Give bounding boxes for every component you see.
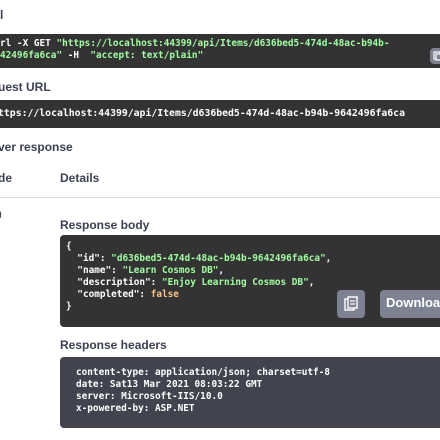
json-value-completed: false bbox=[150, 289, 179, 300]
json-value-id: "d636bed5-474d-48ac-b94b-9642496fa6ca" bbox=[111, 253, 326, 264]
copy-curl-button[interactable] bbox=[430, 48, 440, 64]
response-headers-heading: Response headers bbox=[60, 338, 167, 352]
json-open-brace: { bbox=[66, 241, 72, 252]
response-code: 0 bbox=[0, 208, 2, 222]
curl-heading: l bbox=[0, 8, 4, 22]
response-headers-code: content-type: application/json; charset=… bbox=[60, 357, 440, 428]
curl-request-url: "https://localhost:44399/api/Items/d636b… bbox=[56, 38, 390, 49]
json-key-description: "description" bbox=[77, 277, 151, 288]
json-value-name: "Learn Cosmos DB" bbox=[122, 265, 219, 276]
json-sep: , bbox=[325, 253, 332, 264]
curl-code-block: rl -X GET "https://localhost:44399/api/I… bbox=[0, 34, 440, 68]
curl-command-prefix: rl -X GET bbox=[0, 38, 57, 49]
server-response-heading: ver response bbox=[0, 140, 73, 154]
json-key-completed: "completed" bbox=[77, 289, 140, 300]
header-content-type: content-type: application/json; charset=… bbox=[76, 367, 330, 378]
curl-request-id-tail: 42496fa6ca" bbox=[0, 50, 63, 61]
json-key-id: "id" bbox=[77, 253, 100, 264]
json-value-description: "Enjoy Learning Cosmos DB" bbox=[161, 277, 309, 288]
response-body-heading: Response body bbox=[60, 218, 150, 232]
copy-response-button[interactable] bbox=[337, 290, 365, 318]
details-column-header: Details bbox=[60, 171, 100, 185]
request-url-box: ttps://localhost:44399/api/Items/d636bed… bbox=[0, 100, 440, 128]
curl-accept-header: "accept: text/plain" bbox=[90, 50, 204, 61]
table-divider bbox=[0, 197, 440, 198]
json-key-name: "name" bbox=[77, 265, 112, 276]
header-x-powered-by: x-powered-by: ASP.NET bbox=[76, 403, 195, 414]
curl-header-flag: -H bbox=[62, 50, 91, 61]
clipboard-copy-icon bbox=[433, 51, 440, 61]
json-sep: , bbox=[308, 277, 315, 288]
clipboard-copy-icon bbox=[344, 296, 358, 311]
code-column-header: de bbox=[0, 171, 13, 185]
header-server: server: Microsoft-IIS/10.0 bbox=[76, 391, 223, 402]
json-close-brace: } bbox=[66, 301, 72, 312]
download-button[interactable]: Download bbox=[380, 290, 440, 318]
header-date: date: Sat13 Mar 2021 08:03:22 GMT bbox=[76, 379, 263, 390]
request-url-heading: uest URL bbox=[0, 80, 51, 94]
json-sep: , bbox=[218, 265, 225, 276]
